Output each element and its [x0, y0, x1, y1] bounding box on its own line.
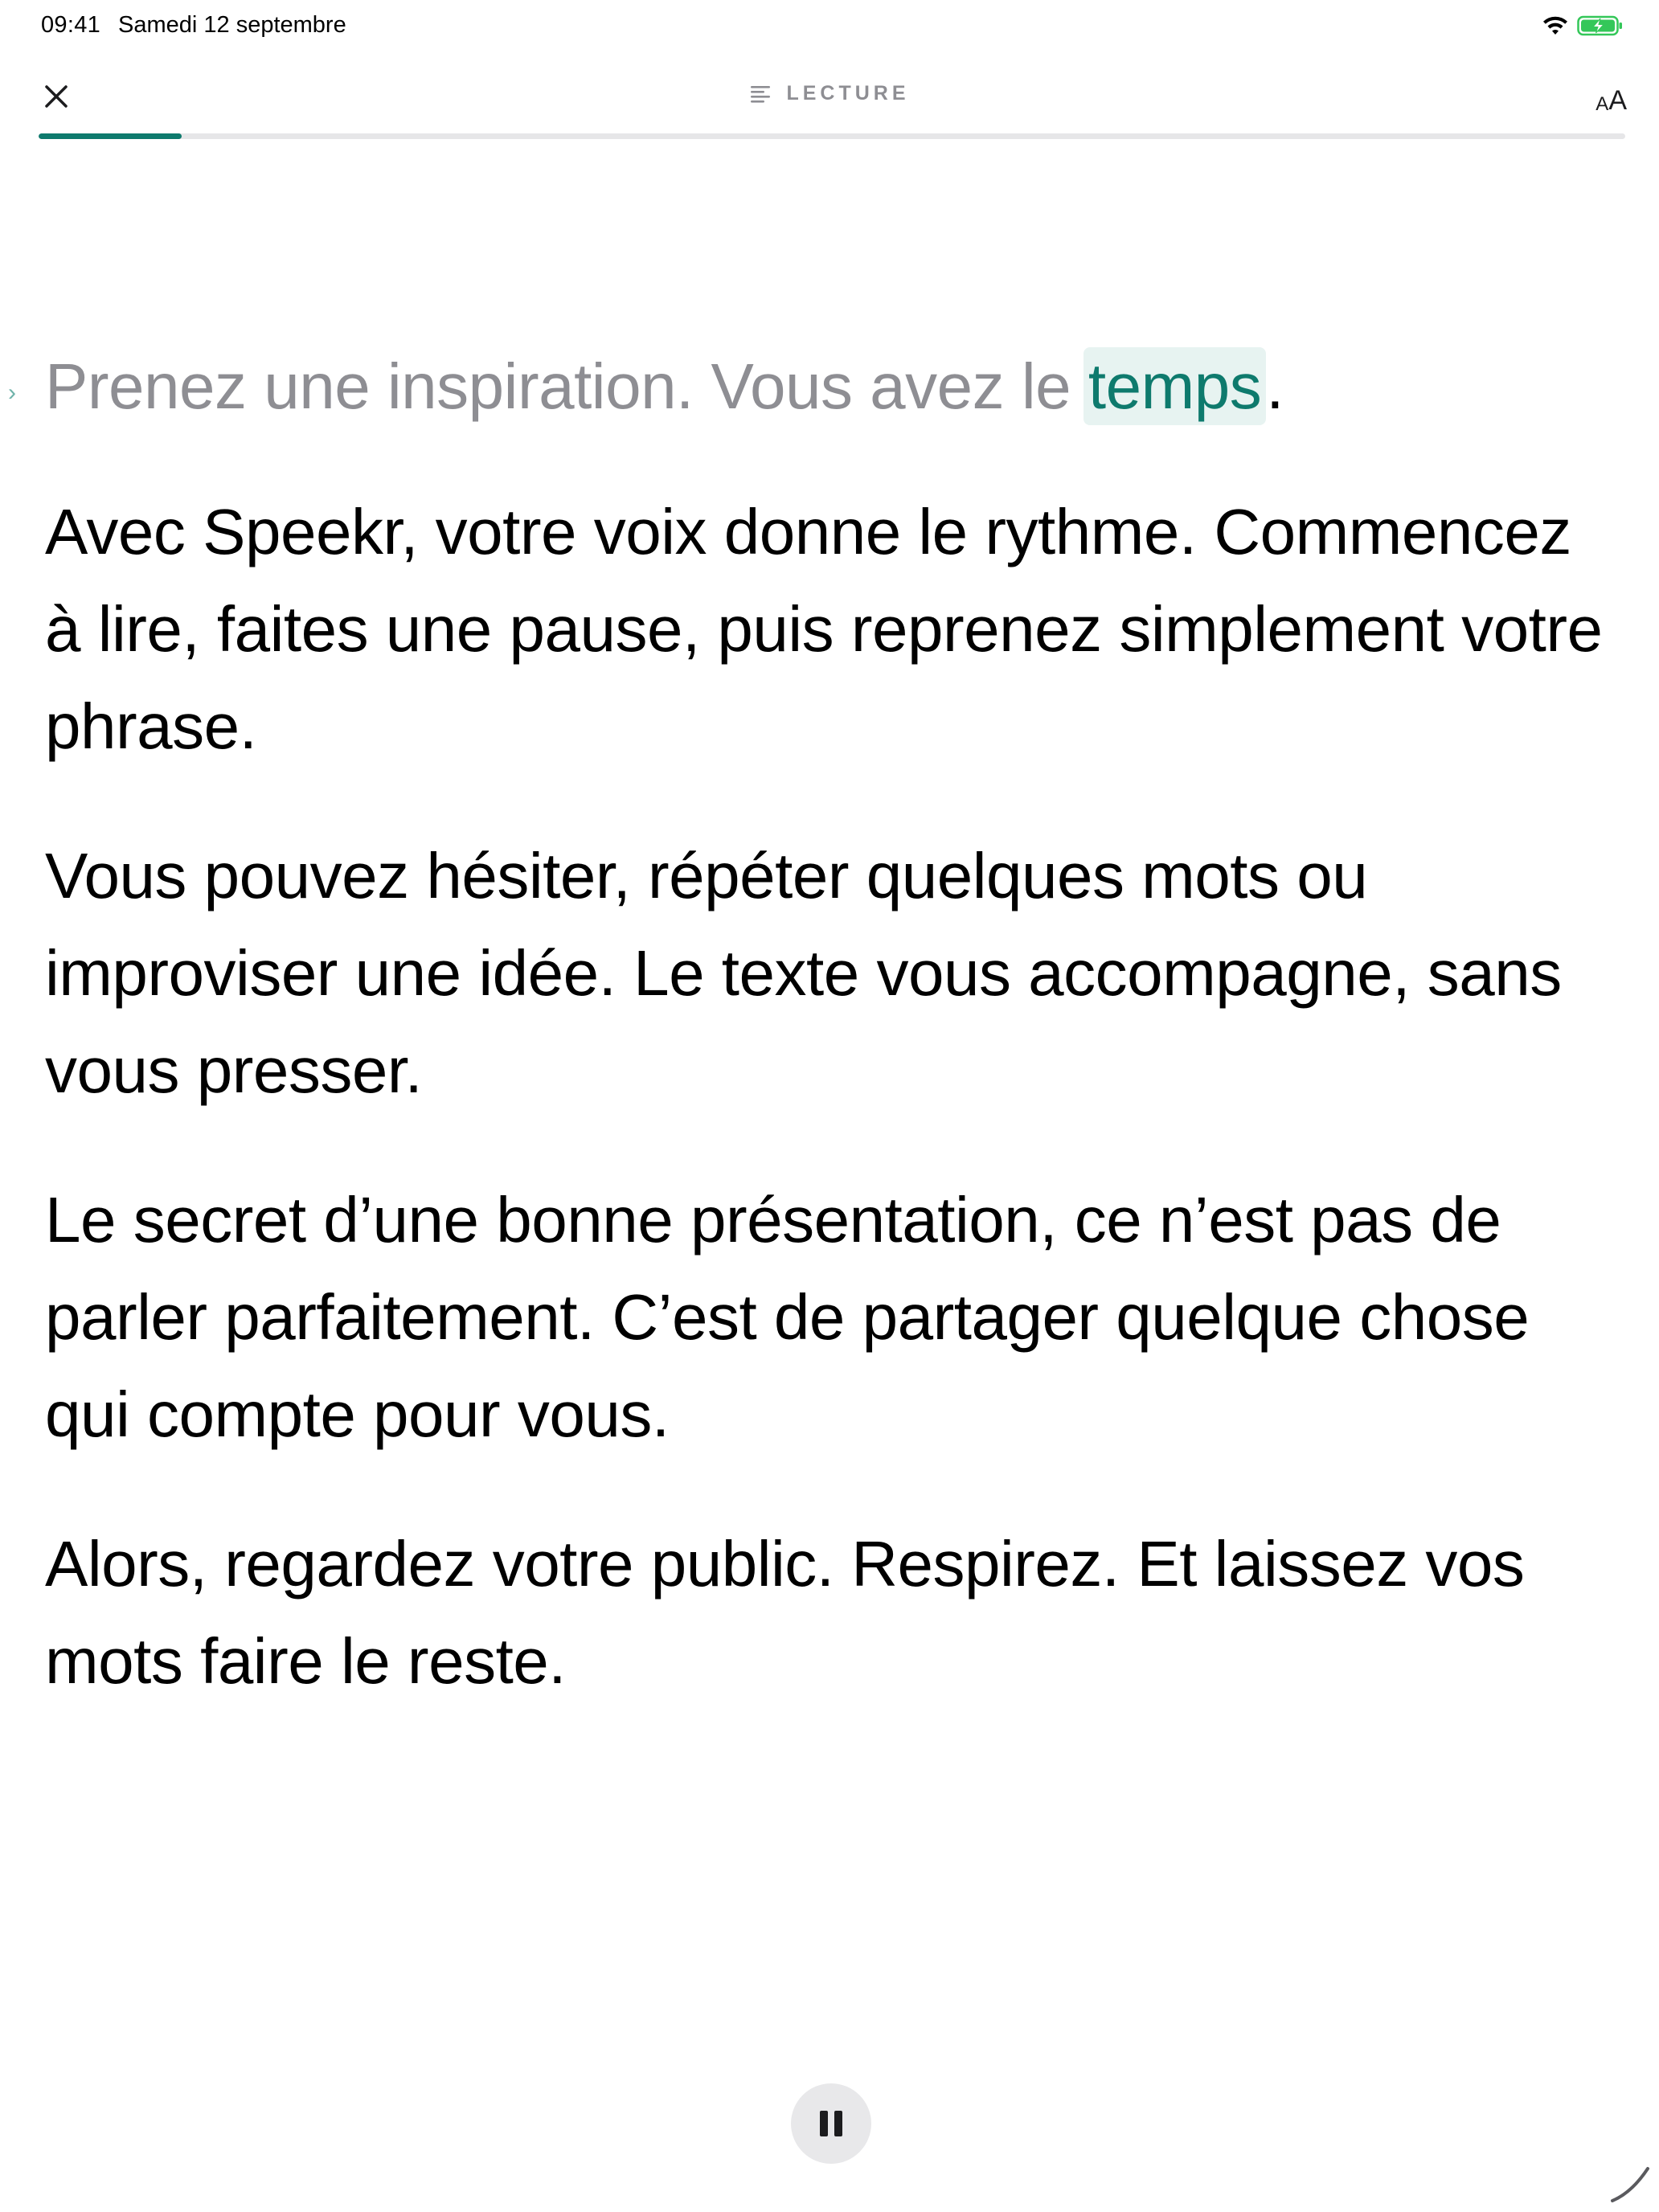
current-word-highlight: temps [1083, 347, 1267, 425]
current-line-chevron-icon: › [8, 379, 16, 406]
status-time: 09:41 [41, 12, 101, 38]
battery-charging-icon [1577, 15, 1622, 36]
pause-button[interactable] [791, 2083, 871, 2164]
text-lines-icon [751, 85, 771, 103]
font-size-small-label: A [1596, 93, 1609, 115]
paragraph: Le secret d’une bonne présentation, ce n… [45, 1184, 1530, 1450]
paragraph: Avec Speekr, votre voix donne le rythme.… [45, 496, 1603, 762]
read-text: Prenez une inspiration. Vous avez le [45, 350, 1088, 422]
upcoming-punctuation: . [1266, 350, 1284, 422]
pause-icon [817, 2111, 846, 2136]
wifi-icon [1543, 16, 1567, 35]
paragraph: Vous pouvez hésiter, répéter quelques mo… [45, 840, 1562, 1106]
status-date: Samedi 12 septembre [118, 12, 346, 38]
reading-progress-bar [39, 133, 1625, 139]
status-icons [1542, 14, 1624, 37]
font-size-button[interactable]: A A [1596, 79, 1627, 114]
reading-progress-fill [39, 133, 182, 139]
reader-screen: 09:41 Samedi 12 septembre LECTURE A A › … [0, 0, 1659, 2212]
status-bar: 09:41 Samedi 12 septembre [0, 0, 1659, 51]
teleprompter-text[interactable]: Prenez une inspiration. Vous avez le tem… [45, 338, 1620, 1762]
nav-bar: LECTURE A A [0, 64, 1659, 129]
current-sentence: Prenez une inspiration. Vous avez le tem… [45, 338, 1620, 435]
font-size-large-label: A [1608, 85, 1627, 116]
paragraph: Alors, regardez votre public. Respirez. … [45, 1528, 1525, 1697]
resize-handle-icon[interactable] [1608, 2161, 1653, 2206]
page-title: LECTURE [786, 82, 910, 104]
nav-title-group: LECTURE [0, 82, 1659, 105]
